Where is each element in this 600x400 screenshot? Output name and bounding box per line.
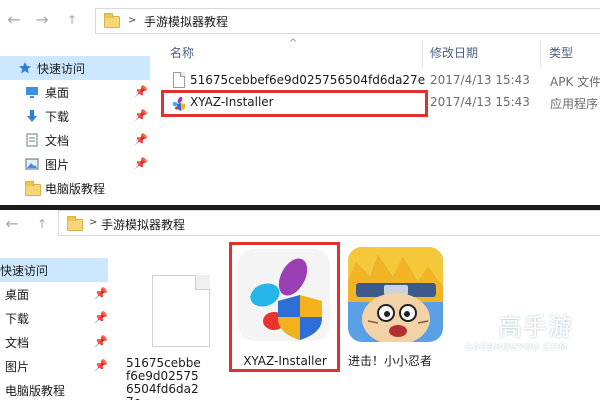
sidebar-item-downloads[interactable]: 下载 📌: [0, 306, 150, 330]
explorer-details-window: ← → ↑ > 手游模拟器教程 快速访问 桌面 📌 下载 📌 文档 📌 图片 📌…: [0, 0, 600, 205]
pictures-icon: [25, 158, 39, 170]
column-header-name[interactable]: 名称: [170, 44, 194, 61]
sidebar-item-label: 快速访问: [0, 264, 49, 278]
sidebar-item-label: 桌面: [45, 86, 70, 100]
file-name: 51675cebbef6e9d025756504fd6da27e: [190, 73, 426, 87]
gaoshouyou-logo-icon: [461, 311, 491, 341]
watermark-text: 高手游: [498, 313, 573, 341]
folder-icon: [25, 181, 41, 196]
file-row-apk[interactable]: 51675cebbef6e9d025756504fd6da27e 2017/4/…: [160, 70, 600, 92]
sidebar-item-quick-access[interactable]: 快速访问: [0, 258, 108, 282]
sort-ascending-icon: ^: [289, 38, 298, 49]
gaoshouyou-watermark: 高手游 GAOSHOUYOU.COM: [453, 307, 583, 357]
sidebar-item-documents[interactable]: 文档 📌: [0, 330, 150, 354]
sidebar-item-label: 电脑版教程: [5, 384, 66, 398]
sidebar-item-downloads[interactable]: 下载 📌: [0, 104, 150, 128]
breadcrumb-folder[interactable]: 手游模拟器教程: [144, 13, 228, 30]
blank-file-icon: [152, 275, 210, 347]
file-date: 2017/4/13 15:43: [430, 95, 530, 109]
file-tile-naruto-game[interactable]: 进击！小小忍者: [348, 245, 453, 370]
column-header-type[interactable]: 类型: [549, 44, 573, 61]
highlight-box: [229, 242, 340, 372]
pin-icon[interactable]: 📌: [94, 311, 108, 324]
pin-icon[interactable]: 📌: [94, 287, 108, 300]
pin-icon[interactable]: 📌: [134, 157, 148, 170]
navigation-pane: 快速访问 桌面 📌 下载 📌 文档 📌 图片 📌 电脑版教程: [0, 0, 150, 205]
pin-icon[interactable]: 📌: [134, 133, 148, 146]
download-icon: [27, 110, 37, 122]
sidebar-item-quick-access[interactable]: 快速访问: [0, 56, 150, 80]
pin-icon[interactable]: 📌: [134, 85, 148, 98]
column-header-date[interactable]: 修改日期: [430, 44, 478, 61]
sidebar-item-label: 电脑版教程: [45, 182, 106, 196]
file-tile-apk[interactable]: 51675cebbef6e9d025756504fd6da27e: [126, 245, 235, 400]
column-divider[interactable]: [540, 40, 541, 68]
sidebar-item-desktop[interactable]: 桌面 📌: [0, 80, 150, 104]
watermark-subtext: GAOSHOUYOU.COM: [465, 343, 568, 353]
explorer-icons-window: ← ↑ > 手游模拟器教程 快速访问 桌面 📌 下载 📌 文档 📌 图片 📌 电…: [0, 210, 600, 400]
sidebar-item-pc-tutorial[interactable]: 电脑版教程: [0, 176, 150, 200]
apk-file-icon: [173, 72, 185, 88]
pin-icon[interactable]: 📌: [94, 359, 108, 372]
star-icon: [19, 62, 31, 74]
column-divider[interactable]: [422, 40, 423, 68]
pin-icon[interactable]: 📌: [94, 335, 108, 348]
file-type: APK 文件: [550, 75, 600, 89]
file-type: 应用程序: [550, 97, 599, 111]
highlight-box: [161, 90, 428, 117]
sidebar-item-label: 文档: [45, 134, 70, 148]
sidebar-item-documents[interactable]: 文档 📌: [0, 128, 150, 152]
naruto-game-icon: [348, 247, 443, 342]
sidebar-item-label: 文档: [5, 336, 30, 350]
sidebar-item-label: 图片: [45, 158, 70, 172]
pin-icon[interactable]: 📌: [134, 109, 148, 122]
desktop-icon: [26, 87, 38, 98]
sidebar-item-label: 桌面: [5, 288, 30, 302]
sidebar-item-desktop[interactable]: 桌面 📌: [0, 282, 150, 306]
address-bar[interactable]: > 手游模拟器教程: [95, 8, 600, 34]
sidebar-item-label: 图片: [5, 360, 30, 374]
tile-label: 进击！小小忍者: [348, 354, 433, 368]
file-date: 2017/4/13 15:43: [430, 73, 530, 87]
tile-label: 51675cebbef6e9d025756504fd6da27e: [126, 356, 201, 400]
sidebar-item-label: 快速访问: [37, 62, 86, 76]
documents-icon: [26, 133, 38, 147]
sidebar-item-pictures[interactable]: 图片 📌: [0, 152, 150, 176]
sidebar-item-label: 下载: [5, 312, 30, 326]
sidebar-item-label: 下载: [45, 110, 70, 124]
